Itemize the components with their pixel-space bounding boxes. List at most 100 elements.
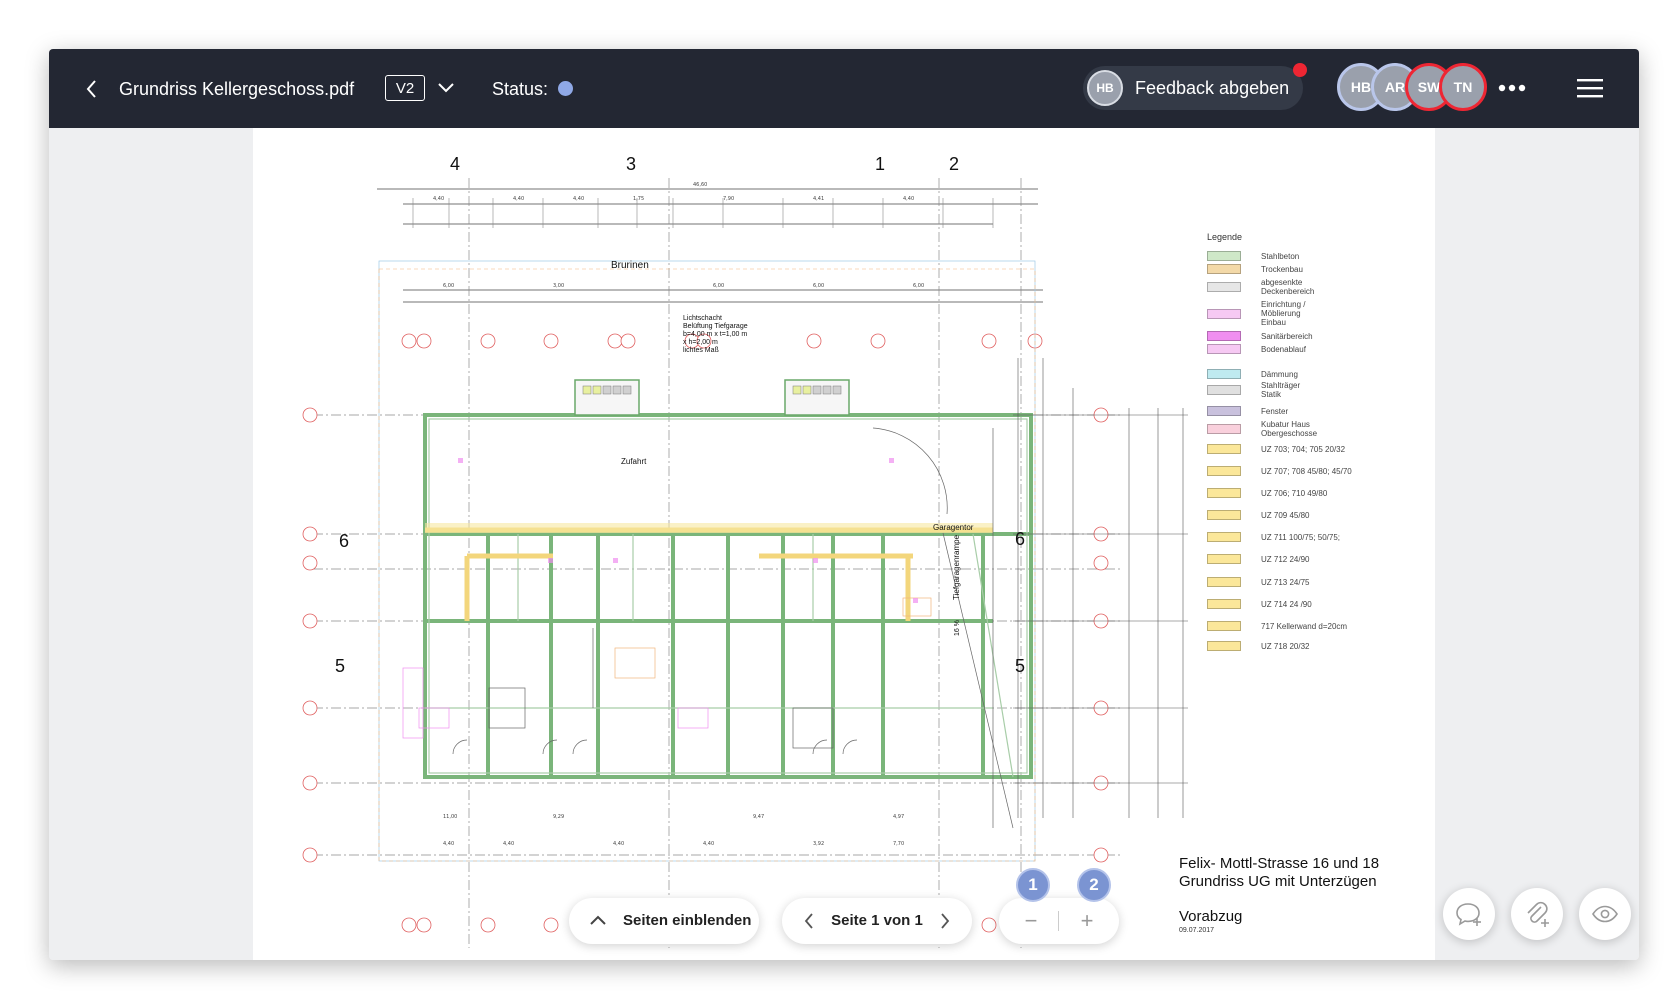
version-dropdown-button[interactable]	[433, 75, 459, 101]
svg-text:4,41: 4,41	[813, 196, 824, 202]
menu-button[interactable]	[1575, 73, 1605, 103]
pdf-page[interactable]: 46,60 4,40 4,40 4,40 1,75 7,90 4,41 4,40 6,00 3,…	[253, 128, 1435, 960]
zoom-divider	[1058, 911, 1059, 931]
legend-item: UZ 713 24/75	[1207, 577, 1309, 587]
room-label: 16 %	[954, 620, 961, 636]
more-options-button[interactable]	[1495, 75, 1529, 101]
feedback-button-label: Feedback abgeben	[1135, 78, 1290, 98]
back-button[interactable]	[79, 76, 105, 102]
legend-swatch	[1207, 344, 1241, 354]
collaborator-avatar[interactable]: TN	[1439, 63, 1487, 111]
draft-label: Vorabzug	[1179, 908, 1243, 925]
legend-label: Stahlbeton	[1261, 251, 1300, 261]
attach-file-button[interactable]	[1511, 888, 1563, 940]
legend-label: UZ 712 24/90	[1261, 554, 1310, 564]
svg-text:4,40: 4,40	[573, 196, 584, 202]
room-label: Lichtschacht	[683, 315, 722, 322]
legend-label: UZ 709 45/80	[1261, 510, 1310, 520]
legend-swatch	[1207, 264, 1241, 274]
legend-label: UZ 718 20/32	[1261, 641, 1310, 651]
page-navigator: Seite 1 von 1	[782, 898, 972, 944]
more-horizontal-icon	[1498, 84, 1526, 92]
legend-label: UZ 713 24/75	[1261, 577, 1310, 587]
legend-swatch	[1207, 444, 1241, 454]
svg-text:11,00: 11,00	[443, 814, 457, 820]
zoom-controls: − +	[999, 898, 1119, 944]
section-mark: 6	[1015, 529, 1025, 549]
hamburger-icon	[1577, 79, 1603, 98]
axis-label: 2	[949, 154, 959, 174]
legend-swatch	[1207, 369, 1241, 379]
room-label: Zufahrt	[621, 457, 647, 466]
legend-item: Sanitärbereich	[1207, 331, 1313, 341]
legend-label: UZ 711 100/75; 50/75;	[1261, 532, 1341, 542]
document-viewer[interactable]: 46,60 4,40 4,40 4,40 1,75 7,90 4,41 4,40 6,00 3,…	[49, 128, 1639, 960]
legend-swatch	[1207, 466, 1241, 476]
legend-item: UZ 706; 710 49/80	[1207, 488, 1327, 498]
svg-text:7,70: 7,70	[893, 841, 904, 847]
show-pages-button[interactable]: Seiten einblenden	[569, 898, 759, 944]
legend-item: UZ 711 100/75; 50/75;	[1207, 532, 1340, 542]
next-page-button[interactable]	[934, 910, 956, 932]
svg-text:6,00: 6,00	[913, 283, 924, 289]
axis-label: 1	[875, 154, 885, 174]
paperclip-add-icon	[1527, 901, 1549, 927]
comment-add-icon	[1456, 903, 1481, 926]
eye-icon	[1592, 905, 1618, 923]
zoom-out-button[interactable]: −	[1013, 898, 1049, 944]
svg-text:6,00: 6,00	[813, 283, 824, 289]
legend-title: Legende	[1207, 232, 1243, 242]
svg-text:4,40: 4,40	[443, 841, 454, 847]
svg-text:4,40: 4,40	[903, 196, 914, 202]
svg-text:4,97: 4,97	[893, 814, 904, 820]
legend-swatch	[1207, 554, 1241, 564]
svg-text:7,90: 7,90	[723, 196, 734, 202]
feedback-button[interactable]: HB Feedback abgeben	[1083, 63, 1307, 110]
legend-item: UZ 712 24/90	[1207, 554, 1309, 564]
svg-text:4,40: 4,40	[503, 841, 514, 847]
status-label: Status:	[492, 79, 549, 99]
project-title: Felix- Mottl-Strasse 16 und 18	[1179, 855, 1380, 872]
chevron-down-icon	[438, 83, 454, 93]
section-mark: 5	[335, 656, 345, 676]
legend-label: Stahlträger Statik	[1261, 381, 1301, 399]
zoom-in-button[interactable]: +	[1069, 898, 1105, 944]
legend-item: 717 Kellerwand d=20cm	[1207, 621, 1347, 631]
comment-marker[interactable]: 2	[1077, 868, 1111, 902]
comment-marker[interactable]: 1	[1016, 868, 1050, 902]
room-label: b=4,00 m x t=1,00 m	[683, 331, 747, 338]
legend-label: UZ 707; 708 45/80; 45/70	[1261, 466, 1352, 476]
legend-label: Einrichtung / Möblierung Einbau	[1261, 300, 1306, 327]
legend-swatch	[1207, 577, 1241, 587]
legend-label: Sanitärbereich	[1261, 331, 1313, 341]
version-badge[interactable]: V2	[385, 75, 425, 101]
legend-label: Trockenbau	[1261, 264, 1303, 274]
svg-text:4,40: 4,40	[513, 196, 524, 202]
draft-date: 09.07.2017	[1179, 927, 1215, 934]
room-label: x h=2,00 m	[683, 339, 718, 346]
legend-label: abgesenkte Deckenbereich	[1261, 278, 1315, 296]
legend-label: 717 Kellerwand d=20cm	[1261, 621, 1348, 631]
add-comment-button[interactable]	[1443, 888, 1495, 940]
legend-swatch	[1207, 251, 1241, 261]
project-subtitle: Grundriss UG mit Unterzügen	[1179, 873, 1377, 890]
svg-text:6,00: 6,00	[443, 283, 454, 289]
legend-label: Bodenablauf	[1261, 344, 1306, 354]
chevron-right-icon	[941, 913, 950, 929]
legend-item: Stahlträger Statik	[1207, 381, 1300, 399]
legend-label: UZ 703; 704; 705 20/32	[1261, 444, 1346, 454]
svg-text:9,47: 9,47	[753, 814, 764, 820]
legend-swatch	[1207, 621, 1241, 631]
legend-item: Kubatur Haus Obergeschosse	[1207, 420, 1317, 438]
status-indicator[interactable]	[558, 81, 573, 96]
room-label: lichtes Maß	[683, 347, 719, 354]
legend-item: Bodenablauf	[1207, 344, 1306, 354]
svg-text:4,40: 4,40	[613, 841, 624, 847]
legend-item: Stahlbeton	[1207, 251, 1299, 261]
legend-item: UZ 709 45/80	[1207, 510, 1309, 520]
avatar: HB	[1087, 70, 1123, 106]
room-label: Tiefgaragenrampe	[952, 534, 961, 600]
legend-label: Fenster	[1261, 406, 1289, 416]
visibility-toggle-button[interactable]	[1579, 888, 1631, 940]
legend-item: Einrichtung / Möblierung Einbau	[1207, 300, 1305, 327]
